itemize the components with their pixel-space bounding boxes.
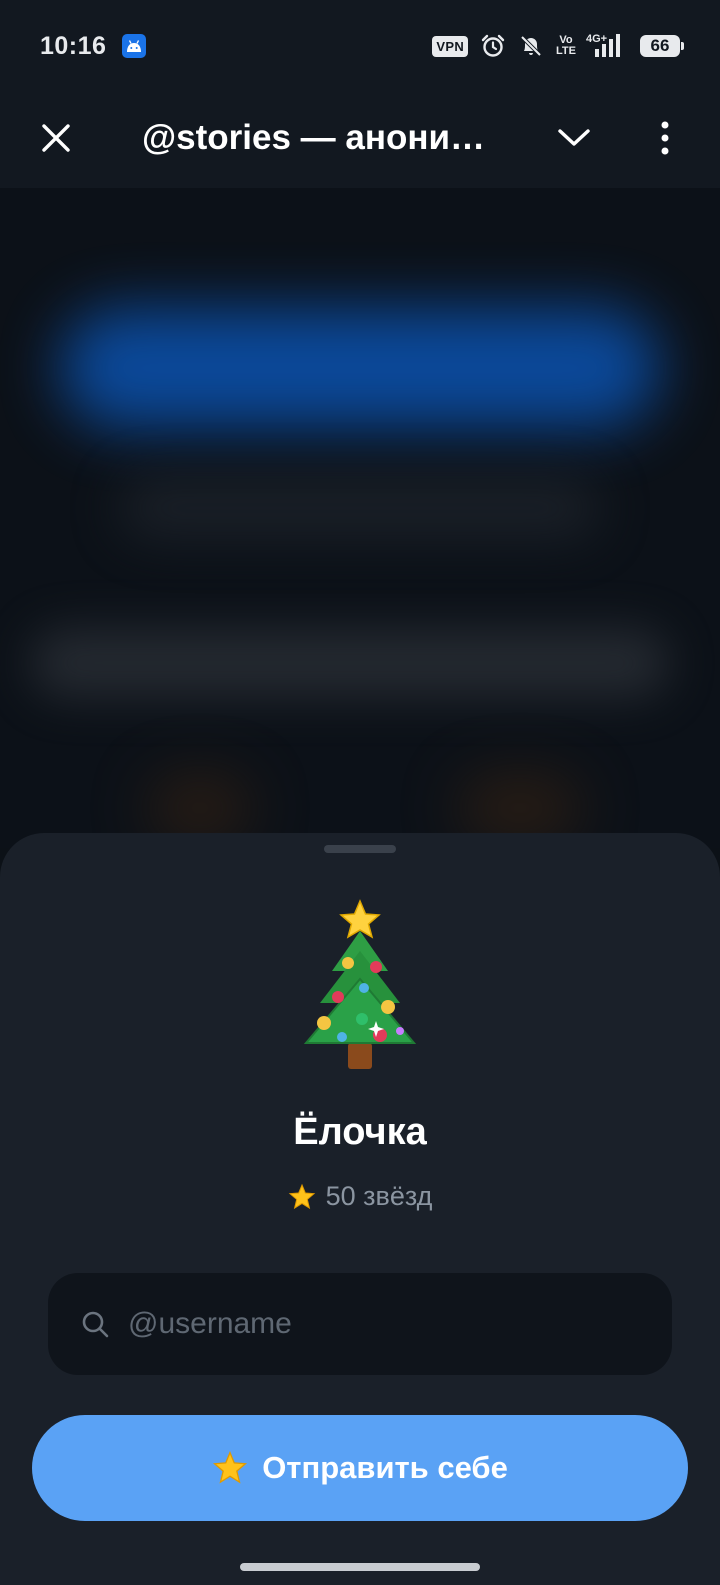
- home-gesture-bar[interactable]: [240, 1563, 480, 1571]
- send-to-self-button[interactable]: Отправить себе: [32, 1415, 688, 1521]
- star-icon: [213, 1450, 248, 1484]
- blurred-banner: [60, 308, 660, 428]
- username-search-box[interactable]: [48, 1273, 672, 1375]
- send-button-label: Отправить себе: [262, 1450, 508, 1485]
- android-icon: [122, 34, 147, 58]
- close-icon: [42, 124, 70, 152]
- blurred-input: [30, 628, 670, 698]
- blurred-text-line: [120, 478, 600, 538]
- status-bar: 10:16 VPN Vo LTE 4G+ 66: [0, 0, 720, 92]
- vpn-badge: VPN: [432, 35, 469, 57]
- status-time: 10:16: [40, 31, 107, 60]
- battery-icon: 66: [640, 35, 684, 57]
- navigation-bar: [0, 1537, 720, 1585]
- search-icon: [80, 1309, 110, 1339]
- alarm-icon: [480, 33, 506, 59]
- volte-bottom: LTE: [556, 45, 576, 57]
- sheet-drag-handle[interactable]: [324, 845, 396, 853]
- price-label: 50 звёзд: [325, 1181, 433, 1211]
- collapse-button[interactable]: [552, 116, 596, 160]
- screen: 10:16 VPN Vo LTE 4G+ 66 @stories — анони…: [0, 0, 720, 1585]
- blurred-item: [460, 778, 580, 838]
- mute-bell-icon: [518, 33, 544, 59]
- more-button[interactable]: [643, 116, 687, 160]
- gift-price: 50 звёзд: [0, 1181, 720, 1212]
- christmas-tree-icon: [280, 893, 440, 1083]
- status-icons: VPN Vo LTE 4G+ 66: [432, 33, 684, 59]
- volte-indicator: Vo LTE: [556, 35, 576, 57]
- chevron-down-icon: [558, 129, 590, 146]
- more-vertical-icon: [661, 121, 669, 155]
- gift-name: Ёлочка: [293, 1111, 427, 1153]
- blurred-webview: [0, 188, 720, 848]
- app-header: @stories — анонимный просмотр историй: [0, 92, 720, 188]
- username-input[interactable]: [128, 1294, 672, 1354]
- network-type: 4G+: [586, 33, 608, 45]
- blurred-item: [150, 778, 250, 838]
- close-button[interactable]: [34, 116, 78, 160]
- star-icon: [288, 1183, 315, 1209]
- signal-icon: 4G+: [586, 33, 628, 59]
- header-title: @stories — анонимный просмотр историй: [142, 118, 492, 157]
- gift-bottom-sheet: Ёлочка 50 звёзд Отправить себе: [0, 833, 720, 1585]
